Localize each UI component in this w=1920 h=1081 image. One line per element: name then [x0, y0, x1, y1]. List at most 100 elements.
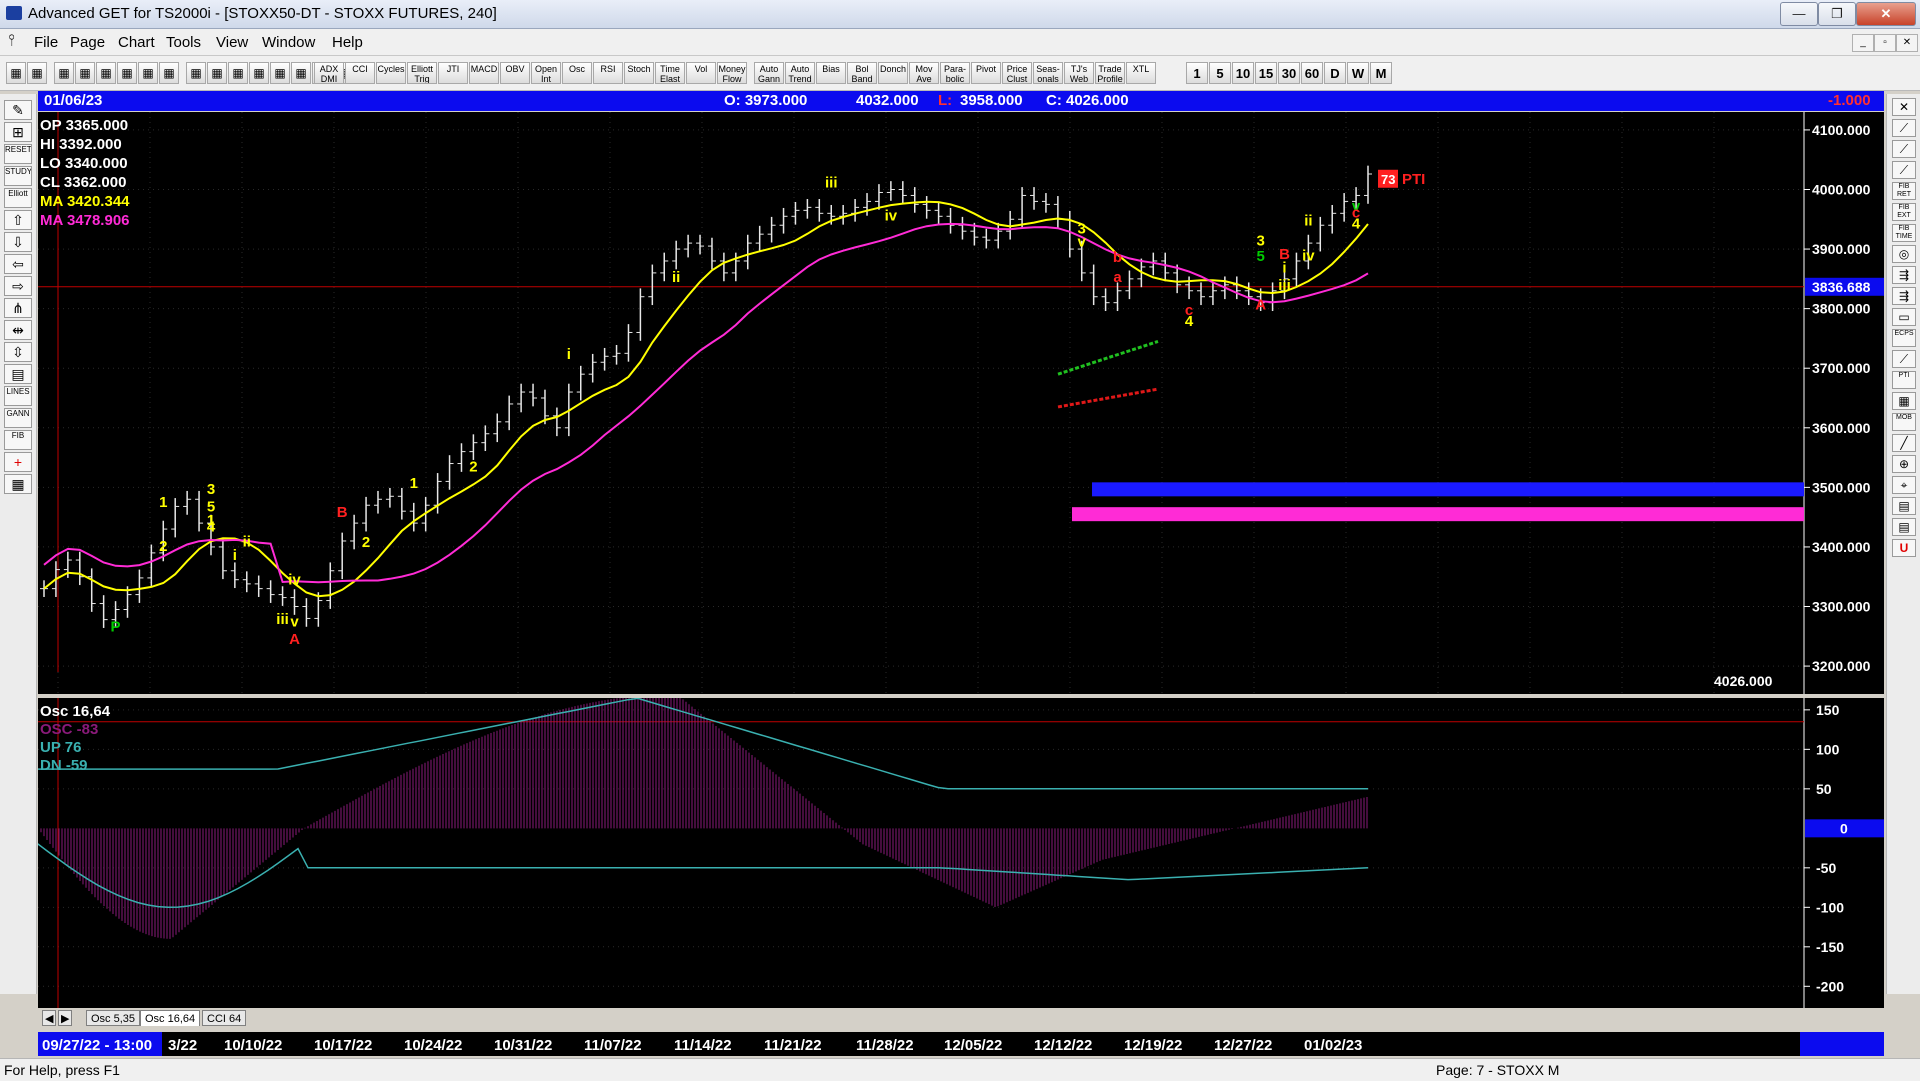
tab-osc-16-64[interactable]: Osc 16,64	[140, 1010, 201, 1026]
left-tool-0[interactable]: ✎	[4, 100, 32, 120]
right-tool-0[interactable]: ✕	[1892, 98, 1916, 116]
left-tool-10[interactable]: ⇹	[4, 320, 32, 340]
right-tool-6[interactable]: FIB TIME	[1892, 224, 1916, 242]
toolbar-tool-4[interactable]: ▦	[96, 62, 116, 84]
right-tool-13[interactable]: PTI	[1892, 371, 1916, 389]
right-tool-15[interactable]: MOB	[1892, 413, 1916, 431]
indicator-button-21[interactable]: Pivot	[971, 62, 1001, 84]
right-tool-4[interactable]: FIB RET	[1892, 182, 1916, 200]
indicator-button-17[interactable]: Bol Band	[847, 62, 877, 84]
right-tool-21[interactable]: U	[1892, 539, 1916, 557]
left-tool-4[interactable]: Elliott	[4, 188, 32, 208]
toolbar-tool-0[interactable]: ▦	[6, 62, 26, 84]
minimize-button[interactable]: —	[1780, 2, 1818, 26]
right-tool-1[interactable]: ⟋	[1892, 119, 1916, 137]
indicator-button-3[interactable]: Elliott Trig	[407, 62, 437, 84]
right-tool-19[interactable]: ▤	[1892, 497, 1916, 515]
indicator-button-23[interactable]: Seas- onals	[1033, 62, 1063, 84]
indicator-button-12[interactable]: Vol	[686, 62, 716, 84]
menu-window[interactable]: Window	[262, 34, 315, 51]
menu-chart[interactable]: Chart	[118, 34, 155, 51]
price-chart[interactable]: 4100.000 4000.000 3900.000 3800.000 3700.000…	[38, 112, 1884, 694]
left-tool-12[interactable]: ▤	[4, 364, 32, 384]
interval-button-W[interactable]: W	[1347, 62, 1369, 84]
indicator-button-5[interactable]: MACD	[469, 62, 499, 84]
indicator-button-9[interactable]: RSI	[593, 62, 623, 84]
indicator-button-2[interactable]: Cycles	[376, 62, 406, 84]
oscillator-canvas[interactable]: 150 100 50 -50 -100 -150 -200 0 Osc 16,64OSC -83…	[38, 698, 1884, 1010]
toolbar-tool-8[interactable]: ▦	[186, 62, 206, 84]
left-tool-1[interactable]: ⊞	[4, 122, 32, 142]
right-tool-11[interactable]: ECPS	[1892, 329, 1916, 347]
indicator-button-15[interactable]: Auto Trend	[785, 62, 815, 84]
right-tool-7[interactable]: ◎	[1892, 245, 1916, 263]
close-button[interactable]: ✕	[1856, 2, 1916, 26]
interval-button-5[interactable]: 5	[1209, 62, 1231, 84]
document-icon[interactable]: ⫯	[8, 32, 15, 50]
left-tool-14[interactable]: GANN	[4, 408, 32, 428]
left-tool-13[interactable]: LINES	[4, 386, 32, 406]
left-tool-6[interactable]: ⇩	[4, 232, 32, 252]
indicator-button-25[interactable]: Trade Profile	[1095, 62, 1125, 84]
maximize-button[interactable]: ❐	[1818, 2, 1856, 26]
toolbar-tool-13[interactable]: ▦	[291, 62, 311, 84]
toolbar-tool-6[interactable]: ▦	[138, 62, 158, 84]
menu-help[interactable]: Help	[332, 34, 363, 51]
right-tool-5[interactable]: FIB EXT	[1892, 203, 1916, 221]
left-tool-17[interactable]: ▦	[4, 474, 32, 494]
tab-scroll-right[interactable]: ▶	[58, 1010, 72, 1026]
indicator-button-20[interactable]: Para- bolic	[940, 62, 970, 84]
right-tool-20[interactable]: ▤	[1892, 518, 1916, 536]
toolbar-tool-10[interactable]: ▦	[228, 62, 248, 84]
right-tool-16[interactable]: ╱	[1892, 434, 1916, 452]
left-tool-5[interactable]: ⇧	[4, 210, 32, 230]
toolbar-tool-12[interactable]: ▦	[270, 62, 290, 84]
right-tool-8[interactable]: ⇶	[1892, 266, 1916, 284]
tab-scroll-left[interactable]: ◀	[42, 1010, 56, 1026]
tab-osc-5-35[interactable]: Osc 5,35	[86, 1010, 141, 1026]
indicator-button-14[interactable]: Auto Gann	[754, 62, 784, 84]
indicator-button-11[interactable]: Time Elast	[655, 62, 685, 84]
toolbar-tool-5[interactable]: ▦	[117, 62, 137, 84]
mdi-minimize-button[interactable]: _	[1852, 34, 1874, 52]
toolbar-tool-11[interactable]: ▦	[249, 62, 269, 84]
right-tool-18[interactable]: ⌖	[1892, 476, 1916, 494]
right-tool-3[interactable]: ⟋	[1892, 161, 1916, 179]
interval-button-D[interactable]: D	[1324, 62, 1346, 84]
menu-tools[interactable]: Tools	[166, 34, 201, 51]
interval-button-1[interactable]: 1	[1186, 62, 1208, 84]
toolbar-tool-2[interactable]: ▦	[54, 62, 74, 84]
interval-button-10[interactable]: 10	[1232, 62, 1254, 84]
left-tool-16[interactable]: +	[4, 452, 32, 472]
tab-cci-64[interactable]: CCI 64	[202, 1010, 247, 1026]
indicator-button-4[interactable]: JTI	[438, 62, 468, 84]
indicator-button-1[interactable]: CCI	[345, 62, 375, 84]
oscillator-panel[interactable]: 150 100 50 -50 -100 -150 -200 0 Osc 16,64 OSC -83…	[38, 698, 1884, 1010]
left-tool-7[interactable]: ⇦	[4, 254, 32, 274]
toolbar-tool-3[interactable]: ▦	[75, 62, 95, 84]
price-chart-canvas[interactable]: 4100.000 4000.000 3900.000 3800.000 3700.000…	[38, 112, 1884, 694]
left-tool-2[interactable]: RESET	[4, 144, 32, 164]
indicator-button-7[interactable]: Open Int	[531, 62, 561, 84]
right-tool-2[interactable]: ⟋	[1892, 140, 1916, 158]
indicator-button-13[interactable]: Money Flow	[717, 62, 747, 84]
right-tool-12[interactable]: ⟋	[1892, 350, 1916, 368]
left-tool-15[interactable]: FIB	[4, 430, 32, 450]
toolbar-tool-7[interactable]: ▦	[159, 62, 179, 84]
menu-file[interactable]: File	[34, 34, 58, 51]
left-tool-11[interactable]: ⇳	[4, 342, 32, 362]
indicator-button-10[interactable]: Stoch	[624, 62, 654, 84]
indicator-button-18[interactable]: Donch	[878, 62, 908, 84]
indicator-button-19[interactable]: Mov Ave	[909, 62, 939, 84]
left-tool-9[interactable]: ⋔	[4, 298, 32, 318]
indicator-button-26[interactable]: XTL	[1126, 62, 1156, 84]
toolbar-tool-9[interactable]: ▦	[207, 62, 227, 84]
left-tool-3[interactable]: STUDY	[4, 166, 32, 186]
left-tool-8[interactable]: ⇨	[4, 276, 32, 296]
right-tool-10[interactable]: ▭	[1892, 308, 1916, 326]
menu-page[interactable]: Page	[70, 34, 105, 51]
toolbar-tool-1[interactable]: ▦	[27, 62, 47, 84]
mdi-close-button[interactable]: ✕	[1896, 34, 1918, 52]
interval-button-15[interactable]: 15	[1255, 62, 1277, 84]
right-tool-9[interactable]: ⇶	[1892, 287, 1916, 305]
